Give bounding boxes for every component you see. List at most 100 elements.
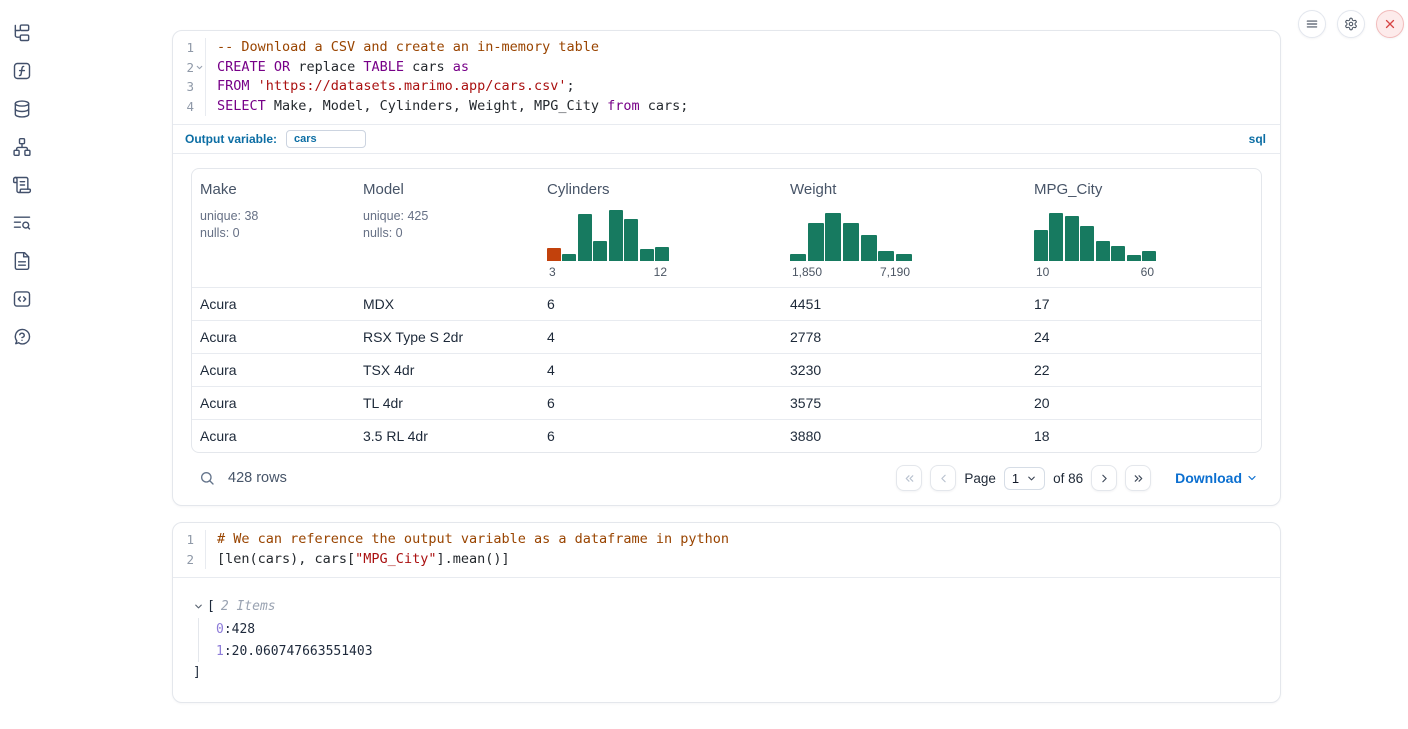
table-cell: 2778 (782, 329, 1026, 345)
last-page-button[interactable] (1125, 465, 1151, 491)
table-cell: 6 (539, 428, 782, 444)
column-header-model[interactable]: Model unique: 425nulls: 0 (355, 181, 539, 279)
line-number-gutter: 3 (173, 77, 206, 97)
table-row: Acura3.5 RL 4dr6388018 (192, 419, 1261, 452)
line-number-gutter: 2 (173, 550, 206, 570)
menu-button[interactable] (1298, 10, 1326, 38)
page-select[interactable]: 1 (1004, 467, 1045, 490)
table-cell: 3880 (782, 428, 1026, 444)
table-footer: 428 rows Page 1 (191, 462, 1262, 494)
code-token: Make, Model, Cylinders, Weight, MPG_City (266, 98, 607, 114)
line-number-gutter: 4 (173, 97, 206, 117)
null-count: nulls: 0 (200, 225, 347, 242)
shutdown-button[interactable] (1376, 10, 1404, 38)
column-histogram (1034, 206, 1156, 261)
chevron-right-icon (1098, 472, 1111, 485)
histogram-bar (655, 247, 669, 261)
tree-root-row: [ 2 Items (193, 595, 1260, 617)
column-name: Model (363, 181, 531, 198)
table-cell: 17 (1026, 296, 1261, 312)
sidebar-item-dependencies[interactable] (11, 136, 33, 158)
histogram-bar (547, 248, 561, 261)
table-body: AcuraMDX6445117AcuraRSX Type S 2dr427782… (192, 287, 1261, 452)
row-count: 428 rows (228, 470, 287, 486)
code-token: cars; (640, 98, 689, 114)
next-page-button[interactable] (1091, 465, 1117, 491)
sidebar-item-snippets[interactable] (11, 288, 33, 310)
chevron-down-icon (195, 63, 204, 72)
tree-close-bracket: ] (193, 662, 1260, 682)
gear-icon (1344, 17, 1358, 31)
column-stats: unique: 425nulls: 0 (363, 208, 531, 242)
column-header-make[interactable]: Makeunique: 38nulls: 0 (192, 181, 355, 279)
histogram-bar (1142, 251, 1156, 261)
table-cell: 20 (1026, 395, 1261, 411)
chevron-down-icon[interactable] (193, 601, 204, 612)
close-icon (1383, 17, 1397, 31)
function-icon (12, 61, 32, 81)
topbar (1298, 10, 1404, 38)
line-number: 2 (186, 550, 194, 570)
sidebar-item-logs[interactable] (11, 212, 33, 234)
tree-entries: 0: 4281: 20.060747663551403 (198, 618, 1260, 662)
histogram-bar (825, 213, 841, 261)
language-badge: sql (1249, 132, 1266, 146)
python-editor[interactable]: 1# We can reference the output variable … (173, 523, 1280, 577)
code-content: FROM 'https://datasets.marimo.app/cars.c… (206, 77, 575, 97)
table-row: AcuraMDX6445117 (192, 287, 1261, 320)
fold-toggle[interactable] (194, 60, 205, 74)
previous-page-button[interactable] (930, 465, 956, 491)
code-token: # We can reference the output variable a… (217, 531, 729, 547)
tree-entry-separator: : (224, 644, 232, 659)
axis-min-label: 3 (549, 265, 556, 279)
unique-count: unique: 425 (363, 208, 531, 225)
sql-cell: 1-- Download a CSV and create an in-memo… (172, 30, 1281, 506)
sidebar-item-variables[interactable] (11, 60, 33, 82)
line-number-gutter: 2 (173, 58, 206, 78)
output-variable-input[interactable] (286, 130, 366, 148)
sql-editor[interactable]: 1-- Download a CSV and create an in-memo… (173, 31, 1280, 124)
code-snippet-icon (12, 289, 32, 309)
table-cell: Acura (192, 362, 355, 378)
table-footer-left: 428 rows (191, 470, 287, 486)
histogram-bar (843, 223, 859, 262)
sidebar-item-scripts[interactable] (11, 174, 33, 196)
code-token: cars (404, 59, 453, 75)
code-content: SELECT Make, Model, Cylinders, Weight, M… (206, 97, 688, 117)
table-row: AcuraTL 4dr6357520 (192, 386, 1261, 419)
sidebar-item-documentation[interactable] (11, 250, 33, 272)
line-number: 1 (186, 38, 194, 58)
dependency-graph-icon (12, 137, 32, 157)
sidebar-item-file-explorer[interactable] (11, 22, 33, 44)
line-number: 2 (186, 58, 194, 78)
sidebar-item-data-sources[interactable] (11, 98, 33, 120)
table-cell: Acura (192, 428, 355, 444)
column-name: MPG_City (1034, 181, 1253, 198)
first-page-button[interactable] (896, 465, 922, 491)
line-number: 3 (186, 77, 194, 97)
sidebar-item-help[interactable] (11, 326, 33, 348)
histogram-axis: 312 (547, 265, 669, 279)
tree-entry: 1: 20.060747663551403 (216, 640, 1260, 662)
download-button[interactable]: Download (1175, 470, 1258, 486)
table-cell: Acura (192, 296, 355, 312)
axis-max-label: 60 (1141, 265, 1154, 279)
help-circle-icon (12, 327, 32, 347)
code-line: 1-- Download a CSV and create an in-memo… (173, 38, 1280, 58)
axis-min-label: 10 (1036, 265, 1049, 279)
table-cell: 24 (1026, 329, 1261, 345)
column-header-cylinders[interactable]: Cylinders312 (539, 181, 782, 279)
column-header-mpg_city[interactable]: MPG_City 10 60 (1026, 181, 1261, 279)
column-name: Weight (790, 181, 1018, 198)
search-icon[interactable] (199, 470, 215, 486)
code-token: CREATE (217, 59, 266, 75)
python-output: [ 2 Items 0: 4281: 20.060747663551403 ] (173, 577, 1280, 702)
database-icon (12, 99, 32, 119)
settings-button[interactable] (1337, 10, 1365, 38)
code-token: replace (290, 59, 363, 75)
chevrons-right-icon (1132, 472, 1145, 485)
column-header-weight[interactable]: Weight1,8507,190 (782, 181, 1026, 279)
table-cell: 6 (539, 296, 782, 312)
chevron-left-icon (937, 472, 950, 485)
code-line: 3 FROM 'https://datasets.marimo.app/cars.… (173, 77, 1280, 97)
